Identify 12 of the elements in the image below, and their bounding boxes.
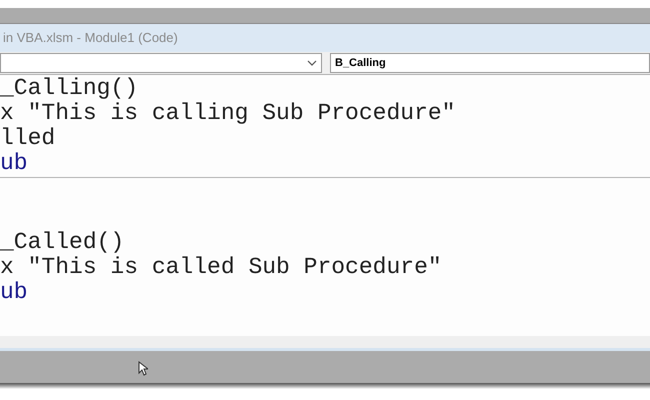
code-line: lled xyxy=(0,126,56,151)
window-title: in VBA.xlsm - Module1 (Code) xyxy=(3,29,178,48)
code-line: _Calling() xyxy=(0,76,138,101)
procedure-dropdown[interactable]: B_Calling xyxy=(330,53,650,73)
code-line: x "This is calling Sub Procedure" xyxy=(0,101,456,126)
code-line: x "This is called Sub Procedure" xyxy=(0,255,442,280)
chevron-down-icon xyxy=(307,60,317,66)
code-line: _Called() xyxy=(0,230,124,255)
code-line: ub xyxy=(0,280,28,305)
object-dropdown[interactable] xyxy=(0,53,322,73)
mouse-pointer-icon xyxy=(138,361,148,376)
code-line: ub xyxy=(0,151,28,176)
